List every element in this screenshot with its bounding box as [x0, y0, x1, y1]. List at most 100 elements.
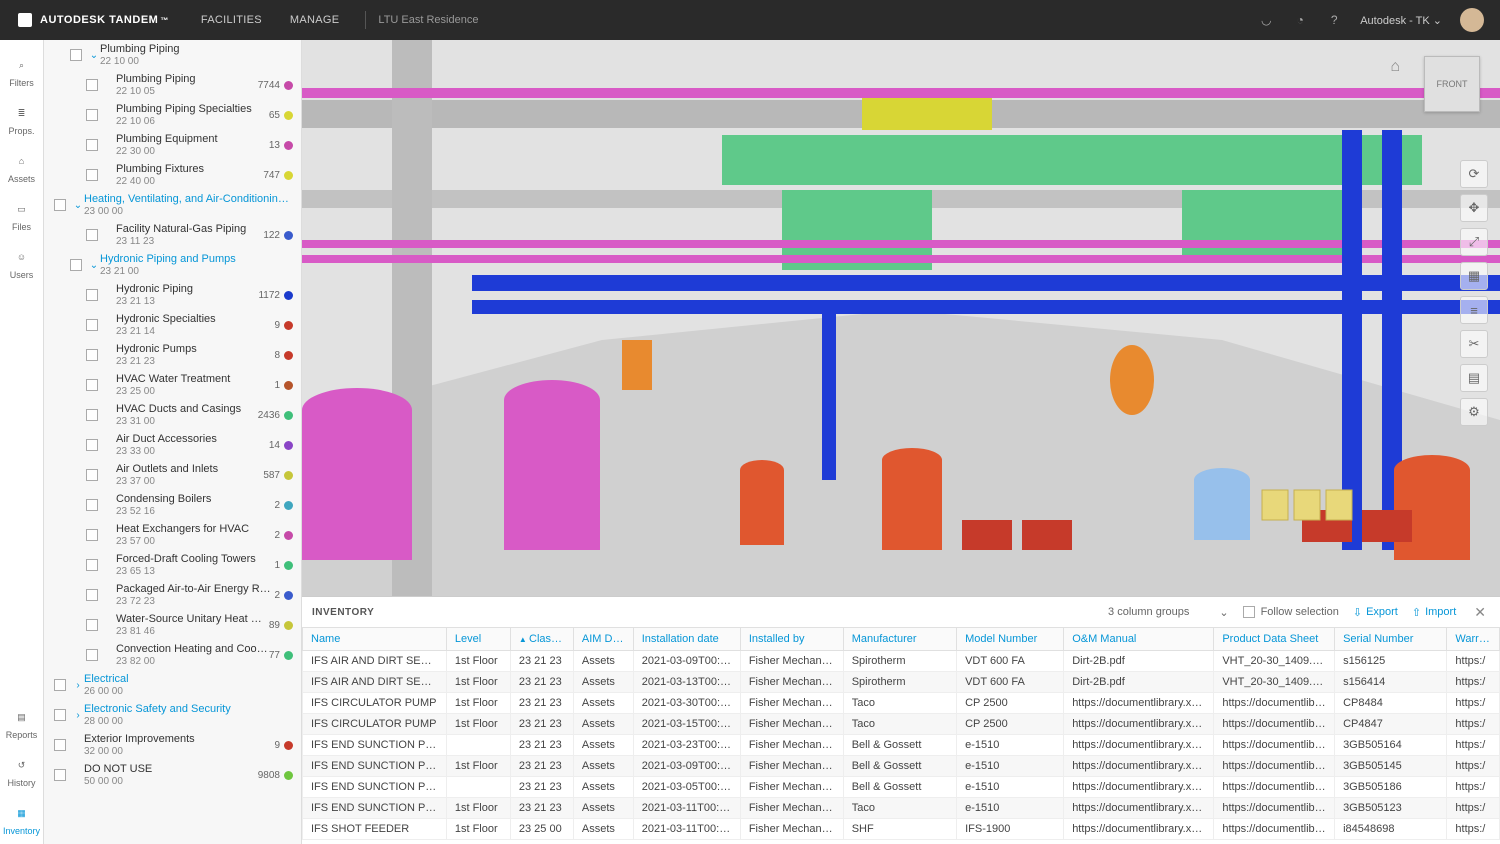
tree-checkbox[interactable] — [86, 109, 98, 121]
rail-history[interactable]: ↺History — [0, 748, 44, 796]
tree-checkbox[interactable] — [86, 409, 98, 421]
caret-icon[interactable]: › — [72, 680, 84, 691]
tree-row[interactable]: Convection Heating and Cooling U…23 82 0… — [44, 640, 301, 670]
tree-row[interactable]: Plumbing Equipment22 30 0013 — [44, 130, 301, 160]
tree-row[interactable]: Condensing Boilers23 52 162 — [44, 490, 301, 520]
tree-checkbox[interactable] — [86, 169, 98, 181]
tree-row[interactable]: Hydronic Pumps23 21 238 — [44, 340, 301, 370]
section-button[interactable]: ▦ — [1460, 262, 1488, 290]
import-button[interactable]: ⇧Import — [1412, 606, 1456, 619]
tree-checkbox[interactable] — [86, 499, 98, 511]
tree-checkbox[interactable] — [54, 769, 66, 781]
tree-checkbox[interactable] — [86, 319, 98, 331]
tree-checkbox[interactable] — [86, 289, 98, 301]
tree-checkbox[interactable] — [86, 379, 98, 391]
col-pds[interactable]: Product Data Sheet — [1214, 628, 1335, 651]
tree-row[interactable]: Plumbing Piping Specialties22 10 0665 — [44, 100, 301, 130]
tree-checkbox[interactable] — [86, 559, 98, 571]
help-icon[interactable]: ? — [1326, 12, 1342, 28]
tree-checkbox[interactable] — [86, 619, 98, 631]
col-warranty[interactable]: Warranty — [1447, 628, 1500, 651]
tree-checkbox[interactable] — [70, 49, 82, 61]
rail-reports[interactable]: ▤Reports — [0, 700, 44, 748]
table-row[interactable]: IFS END SUNCTION PUMP1st Floor23 21 23As… — [303, 756, 1500, 777]
tree-row[interactable]: Plumbing Fixtures22 40 00747 — [44, 160, 301, 190]
tree-row[interactable]: Packaged Air-to-Air Energy Recover…23 72… — [44, 580, 301, 610]
table-row[interactable]: IFS AIR AND DIRT SEPERA…1st Floor23 21 2… — [303, 651, 1500, 672]
tree-checkbox[interactable] — [86, 79, 98, 91]
tree-row[interactable]: HVAC Water Treatment23 25 001 — [44, 370, 301, 400]
col-installed_by[interactable]: Installed by — [740, 628, 843, 651]
col-name[interactable]: Name — [303, 628, 447, 651]
measure-button[interactable]: ≡ — [1460, 296, 1488, 324]
tree-checkbox[interactable] — [86, 529, 98, 541]
tree-checkbox[interactable] — [86, 469, 98, 481]
home-view-icon[interactable]: ⌂ — [1390, 58, 1400, 76]
rail-users[interactable]: ☺Users — [0, 240, 44, 288]
rail-assets[interactable]: ⌂Assets — [0, 144, 44, 192]
export-button[interactable]: ⇩Export — [1353, 606, 1398, 619]
rail-filters[interactable]: ⌕Filters — [0, 48, 44, 96]
tree-row[interactable]: ›Electrical26 00 00 — [44, 670, 301, 700]
col-mfr[interactable]: Manufacturer — [843, 628, 956, 651]
table-row[interactable]: IFS END SUNCTION PUMP1st Floor23 21 23As… — [303, 798, 1500, 819]
bookmark-icon[interactable]: ◡ — [1258, 12, 1274, 28]
explode-button[interactable]: ✂ — [1460, 330, 1488, 358]
column-groups-dropdown[interactable]: 3 column groups⌄ — [1108, 606, 1229, 619]
rail-files[interactable]: ▭Files — [0, 192, 44, 240]
col-om[interactable]: O&M Manual — [1064, 628, 1214, 651]
nav-manage[interactable]: MANAGE — [276, 14, 353, 26]
settings-3d-button[interactable]: ⚙ — [1460, 398, 1488, 426]
user-menu[interactable]: Autodesk - TK ⌄ — [1360, 14, 1442, 27]
tree-checkbox[interactable] — [86, 589, 98, 601]
tree-row[interactable]: Heat Exchangers for HVAC23 57 002 — [44, 520, 301, 550]
follow-selection-toggle[interactable]: Follow selection — [1243, 606, 1339, 618]
tree-row[interactable]: HVAC Ducts and Casings23 31 002436 — [44, 400, 301, 430]
tree-row[interactable]: DO NOT USE50 00 009808 — [44, 760, 301, 790]
table-row[interactable]: IFS END SUNCTION PUMP23 21 23Assets2021-… — [303, 777, 1500, 798]
notification-icon[interactable]: ◔ — [1292, 12, 1308, 28]
filter-tree-panel[interactable]: ⌄Plumbing Piping22 10 00Plumbing Piping2… — [44, 40, 302, 844]
tree-row[interactable]: Plumbing Piping22 10 057744 — [44, 70, 301, 100]
rail-inventory[interactable]: ▦Inventory — [0, 796, 44, 844]
col-serial[interactable]: Serial Number — [1335, 628, 1447, 651]
pan-button[interactable]: ✥ — [1460, 194, 1488, 222]
close-panel-button[interactable]: ✕ — [1470, 604, 1490, 621]
table-row[interactable]: IFS SHOT FEEDER1st Floor23 25 00Assets20… — [303, 819, 1500, 840]
tree-row[interactable]: Exterior Improvements32 00 009 — [44, 730, 301, 760]
view-cube[interactable]: FRONT — [1424, 56, 1480, 112]
tree-checkbox[interactable] — [54, 679, 66, 691]
table-row[interactable]: IFS END SUNCTION PUMP23 21 23Assets2021-… — [303, 735, 1500, 756]
tree-row[interactable]: ⌄Plumbing Piping22 10 00 — [44, 40, 301, 70]
tree-checkbox[interactable] — [54, 739, 66, 751]
tree-checkbox[interactable] — [54, 199, 66, 211]
zoom-button[interactable]: ⤢ — [1460, 228, 1488, 256]
col-class[interactable]: Classificat — [510, 628, 573, 651]
tree-checkbox[interactable] — [86, 349, 98, 361]
caret-icon[interactable]: ⌄ — [88, 260, 100, 271]
3d-viewport[interactable]: ⌂ FRONT ⟳ ✥ ⤢ ▦ ≡ ✂ ▤ ⚙ — [302, 40, 1500, 596]
table-row[interactable]: IFS CIRCULATOR PUMP1st Floor23 21 23Asse… — [303, 714, 1500, 735]
tree-row[interactable]: Air Duct Accessories23 33 0014 — [44, 430, 301, 460]
tree-checkbox[interactable] — [86, 139, 98, 151]
tree-row[interactable]: ›Electronic Safety and Security28 00 00 — [44, 700, 301, 730]
col-level[interactable]: Level — [446, 628, 510, 651]
tree-row[interactable]: Water-Source Unitary Heat Pumps23 81 468… — [44, 610, 301, 640]
table-row[interactable]: IFS AIR AND DIRT SEPERA…1st Floor23 21 2… — [303, 672, 1500, 693]
orbit-button[interactable]: ⟳ — [1460, 160, 1488, 188]
col-install[interactable]: Installation date — [633, 628, 740, 651]
tree-row[interactable]: Hydronic Piping23 21 131172 — [44, 280, 301, 310]
tree-row[interactable]: Air Outlets and Inlets23 37 00587 — [44, 460, 301, 490]
table-row[interactable]: IFS CIRCULATOR PUMP1st Floor23 21 23Asse… — [303, 693, 1500, 714]
avatar[interactable] — [1460, 8, 1484, 32]
col-aim[interactable]: AIM Data … — [573, 628, 633, 651]
caret-icon[interactable]: › — [72, 710, 84, 721]
tree-row[interactable]: ⌄Heating, Ventilating, and Air-Condition… — [44, 190, 301, 220]
col-model[interactable]: Model Number — [957, 628, 1064, 651]
caret-icon[interactable]: ⌄ — [72, 200, 84, 211]
tree-checkbox[interactable] — [70, 259, 82, 271]
rail-props[interactable]: ≣Props. — [0, 96, 44, 144]
tree-checkbox[interactable] — [86, 649, 98, 661]
tree-checkbox[interactable] — [54, 709, 66, 721]
caret-icon[interactable]: ⌄ — [88, 50, 100, 61]
